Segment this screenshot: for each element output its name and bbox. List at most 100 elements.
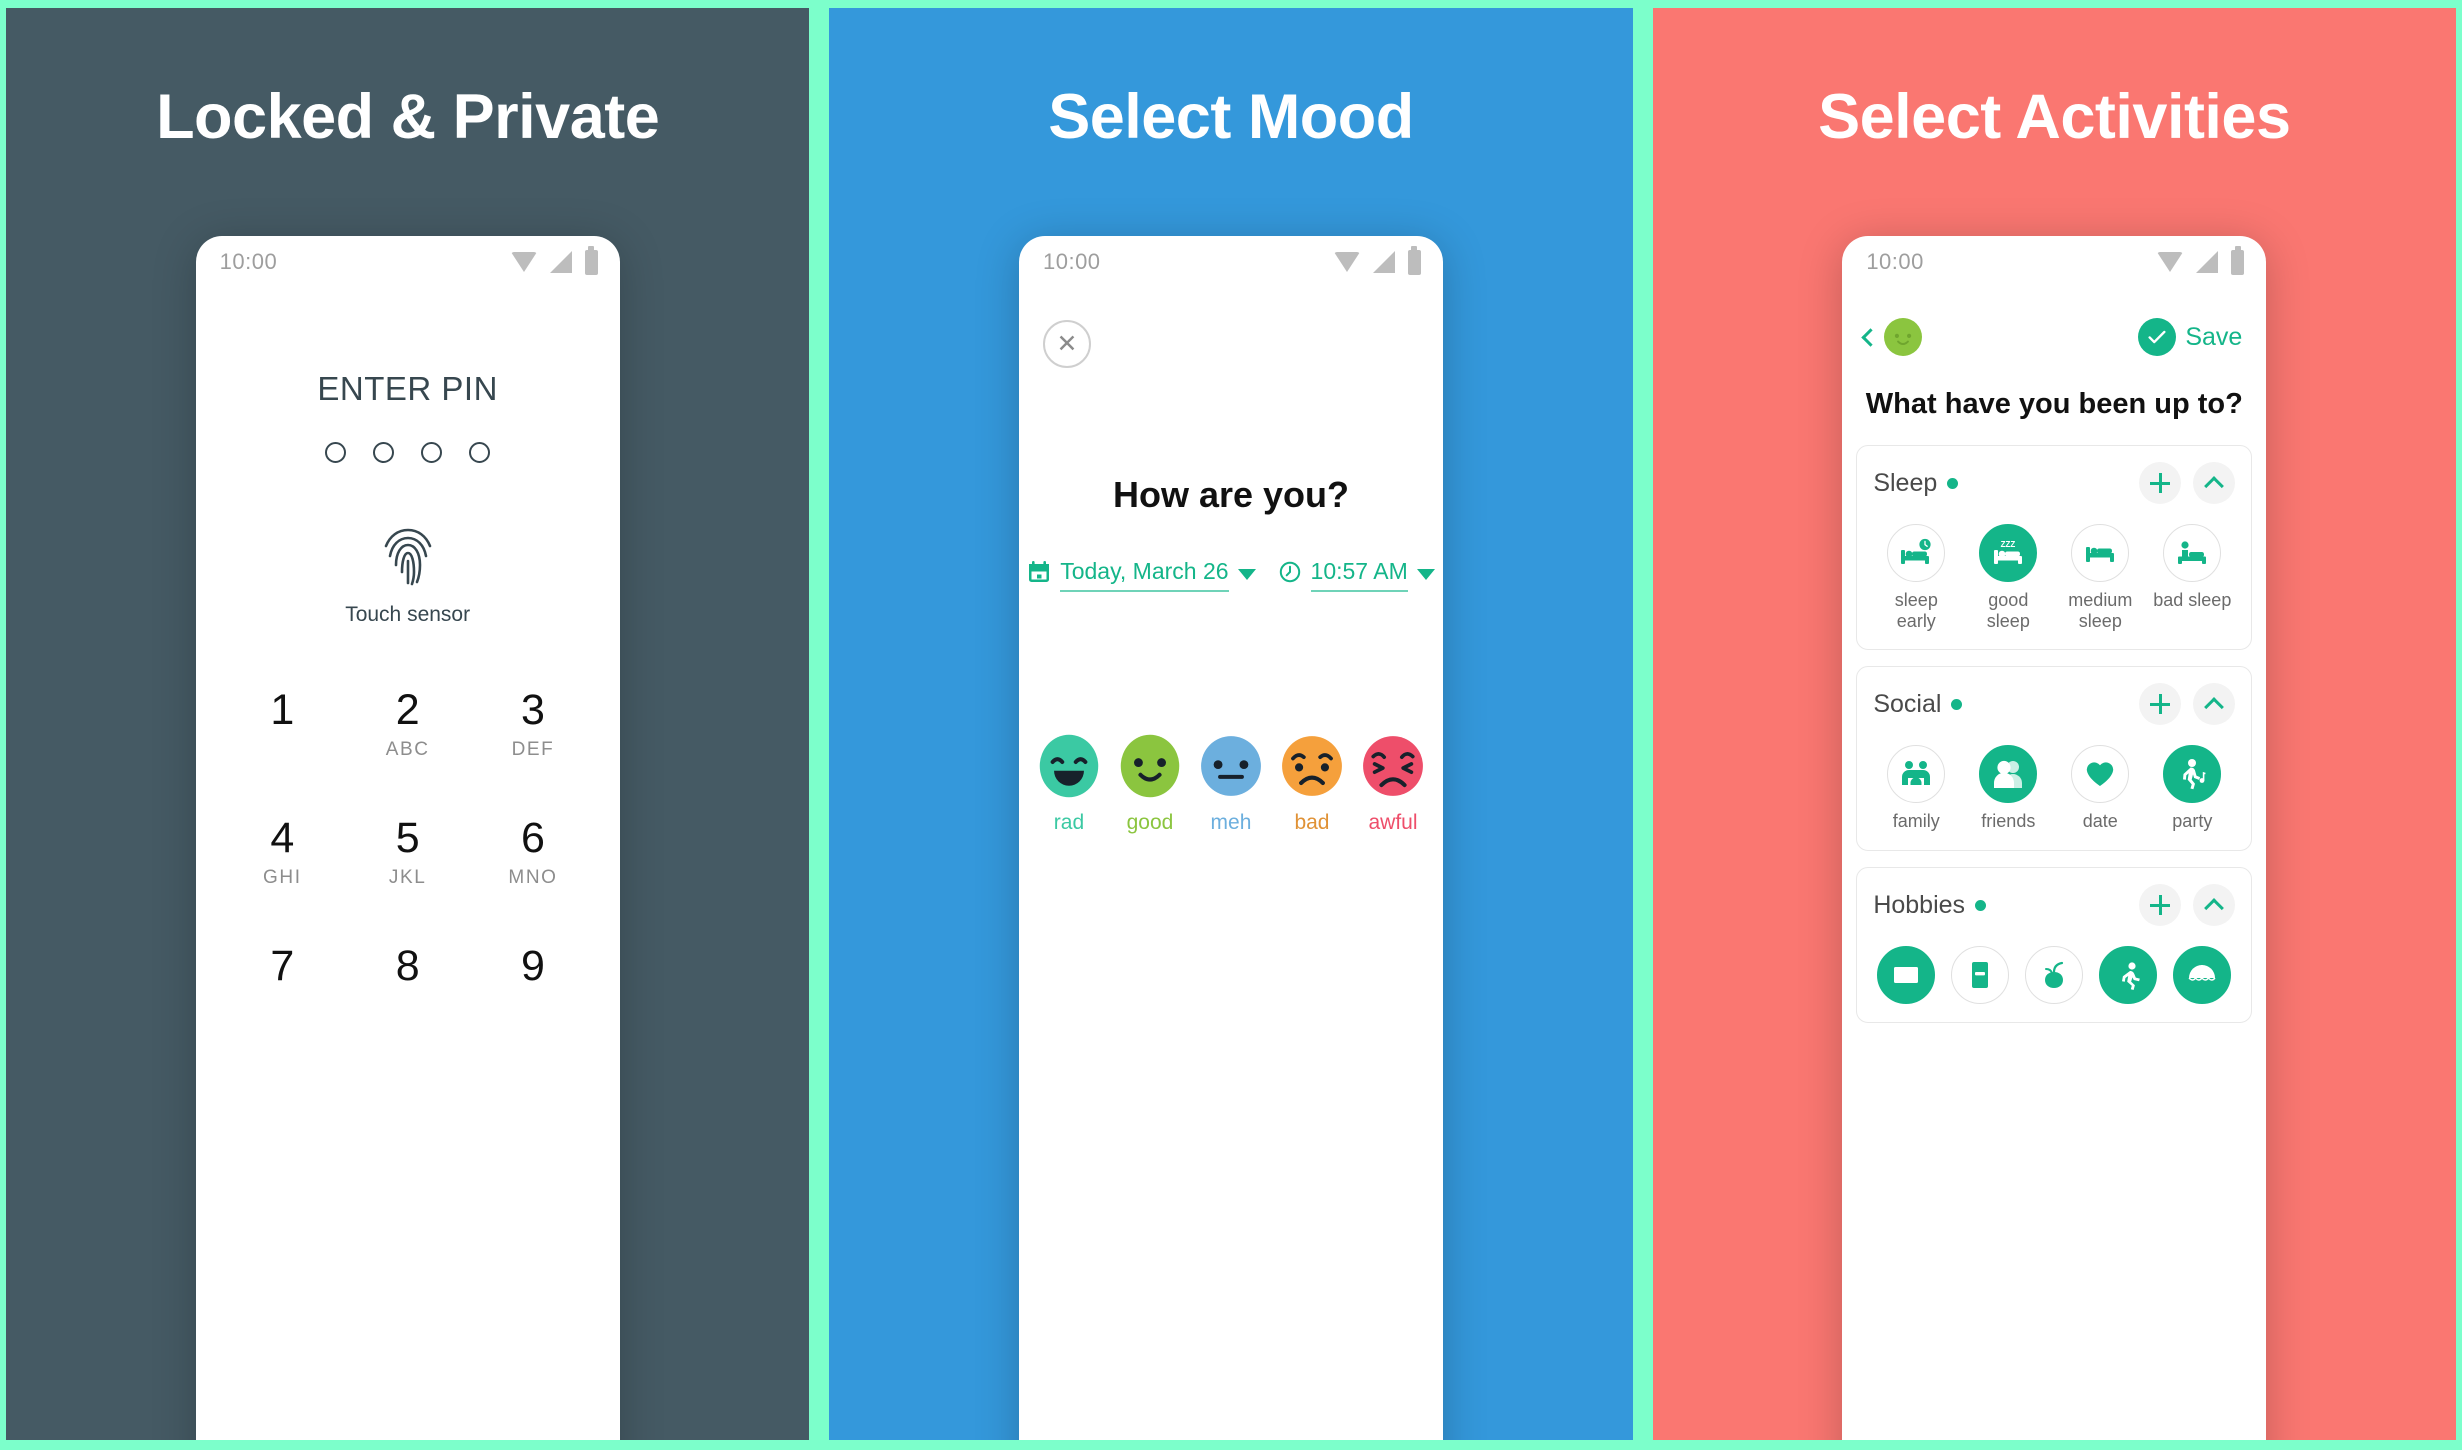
- activity-movie[interactable]: [1873, 946, 1939, 1005]
- date-value: Today, March 26: [1060, 558, 1229, 592]
- keypad-key-3[interactable]: 3 DEF: [470, 689, 595, 761]
- status-clock: 10:00: [219, 249, 278, 274]
- phone-mockup-mood: 10:00 ✕ How are you? Today, March 26 10:…: [1018, 236, 1443, 1440]
- mood-option-rad[interactable]: rad: [1035, 732, 1103, 835]
- activity-family[interactable]: family: [1874, 745, 1958, 832]
- section-title: Social: [1873, 689, 1942, 718]
- add-activity-button[interactable]: [2139, 884, 2182, 927]
- key-letters: GHI: [263, 867, 302, 888]
- keypad-key-8[interactable]: 8: [345, 945, 470, 988]
- keypad-key-9[interactable]: 9: [470, 945, 595, 988]
- mood-option-bad[interactable]: bad: [1278, 732, 1346, 835]
- status-bar: 10:00: [1842, 236, 2266, 288]
- battery-icon: [1407, 245, 1421, 275]
- pin-title: ENTER PIN: [317, 370, 498, 407]
- collapse-section-button[interactable]: [2193, 683, 2236, 726]
- activity-label: good sleep: [1986, 590, 2030, 631]
- key-letters: MNO: [508, 867, 558, 888]
- activity-bad-sleep[interactable]: bad sleep: [2150, 524, 2234, 631]
- activity-relax[interactable]: [2169, 946, 2235, 1005]
- activity-medium-sleep[interactable]: medium sleep: [2058, 524, 2142, 631]
- keypad-key-1[interactable]: 1: [220, 689, 345, 761]
- keypad-key-7[interactable]: 7: [220, 945, 345, 988]
- section-title-wrap: Social: [1873, 689, 1963, 719]
- keypad-key-2[interactable]: 2 ABC: [345, 689, 470, 761]
- activity-good-sleep[interactable]: ZZZ good sleep: [1966, 524, 2050, 631]
- activity-label: friends: [1981, 811, 2036, 832]
- chevron-down-icon: [1416, 568, 1435, 580]
- chevron-up-icon: [2204, 475, 2225, 496]
- pin-dot: [325, 442, 347, 463]
- mood-option-good[interactable]: good: [1116, 732, 1184, 835]
- plus-icon: [2150, 694, 2171, 715]
- add-activity-button[interactable]: [2139, 462, 2182, 504]
- status-clock: 10:00: [1866, 249, 1924, 274]
- key-number: 6: [521, 814, 545, 862]
- pin-entry-area: ENTER PIN Touch sensor 1 2 ABC 3 DEF 4 G…: [196, 288, 620, 988]
- status-icons: [2157, 245, 2245, 275]
- key-number: 3: [521, 686, 545, 734]
- chevron-down-icon: [1237, 568, 1256, 580]
- bed-clock-icon: [1887, 524, 1946, 582]
- sport-icon: [2099, 946, 2158, 1005]
- activity-sections: Sleep sleep early ZZZ good sleep medium …: [1842, 445, 2266, 1024]
- mood-option-awful[interactable]: awful: [1359, 732, 1427, 835]
- collapse-section-button[interactable]: [2193, 884, 2236, 927]
- activity-label: date: [2082, 811, 2118, 832]
- activity-label: bad sleep: [2153, 590, 2232, 610]
- save-button[interactable]: Save: [2138, 318, 2242, 356]
- add-activity-button[interactable]: [2139, 683, 2182, 726]
- key-letters: ABC: [385, 739, 430, 760]
- activity-row: family friends date party: [1873, 745, 2235, 832]
- battery-icon: [584, 245, 598, 275]
- chevron-left-icon: [1861, 327, 1881, 347]
- keypad-key-5[interactable]: 5 JKL: [345, 817, 470, 889]
- signal-icon: [2196, 251, 2219, 273]
- activities-toolbar: Save: [1842, 288, 2266, 356]
- activity-date[interactable]: date: [2058, 745, 2142, 832]
- activity-friends[interactable]: friends: [1966, 745, 2050, 832]
- phone-mockup-lock: 10:00 ENTER PIN Touch sensor 1 2 ABC 3 D…: [195, 236, 620, 1440]
- status-clock: 10:00: [1042, 249, 1101, 274]
- chevron-up-icon: [2204, 897, 2225, 918]
- keypad-key-4[interactable]: 4 GHI: [220, 817, 345, 889]
- section-title-wrap: Hobbies: [1873, 890, 1987, 920]
- mood-label: rad: [1053, 811, 1085, 834]
- wifi-icon: [2157, 252, 2184, 272]
- fingerprint-icon[interactable]: [196, 523, 620, 589]
- activity-row: sleep early ZZZ good sleep medium sleep …: [1873, 524, 2235, 631]
- mood-options: rad good meh bad awful: [1019, 732, 1443, 835]
- activity-sleep-early[interactable]: sleep early: [1874, 524, 1958, 631]
- collapse-section-button[interactable]: [2193, 462, 2236, 504]
- section-title-wrap: Sleep: [1873, 469, 1959, 498]
- back-button[interactable]: [1861, 318, 1923, 356]
- status-icons: [1333, 245, 1421, 275]
- activity-label: family: [1892, 811, 1940, 832]
- section-status-dot: [1951, 698, 1963, 710]
- good-face: [1120, 734, 1180, 798]
- key-number: 5: [395, 814, 420, 862]
- save-label: Save: [2185, 322, 2243, 351]
- rad-face: [1039, 734, 1099, 798]
- keypad-key-6[interactable]: 6 MNO: [470, 817, 595, 889]
- mood-option-meh[interactable]: meh: [1197, 732, 1265, 835]
- section-status-dot: [1975, 899, 1987, 911]
- time-value: 10:57 AM: [1310, 558, 1408, 592]
- signal-icon: [549, 251, 572, 273]
- section-title: Hobbies: [1873, 890, 1966, 919]
- activity-reading[interactable]: [1947, 946, 2013, 1005]
- date-picker[interactable]: Today, March 26: [1027, 558, 1256, 592]
- relax-icon: [2173, 946, 2232, 1005]
- close-icon[interactable]: ✕: [1042, 320, 1091, 368]
- section-actions: [2139, 462, 2236, 504]
- movie-icon: [1877, 946, 1936, 1005]
- activity-gardening[interactable]: [2021, 946, 2087, 1005]
- bed-zzz-icon: ZZZ: [1979, 524, 2038, 582]
- time-picker[interactable]: 10:57 AM: [1278, 558, 1435, 592]
- selected-mood-chip[interactable]: [1884, 318, 1923, 356]
- activity-sport[interactable]: [2095, 946, 2161, 1005]
- activity-party[interactable]: party: [2150, 745, 2234, 832]
- wifi-icon: [1333, 252, 1360, 272]
- check-circle-icon: [2138, 318, 2177, 356]
- good-face: [1886, 319, 1921, 355]
